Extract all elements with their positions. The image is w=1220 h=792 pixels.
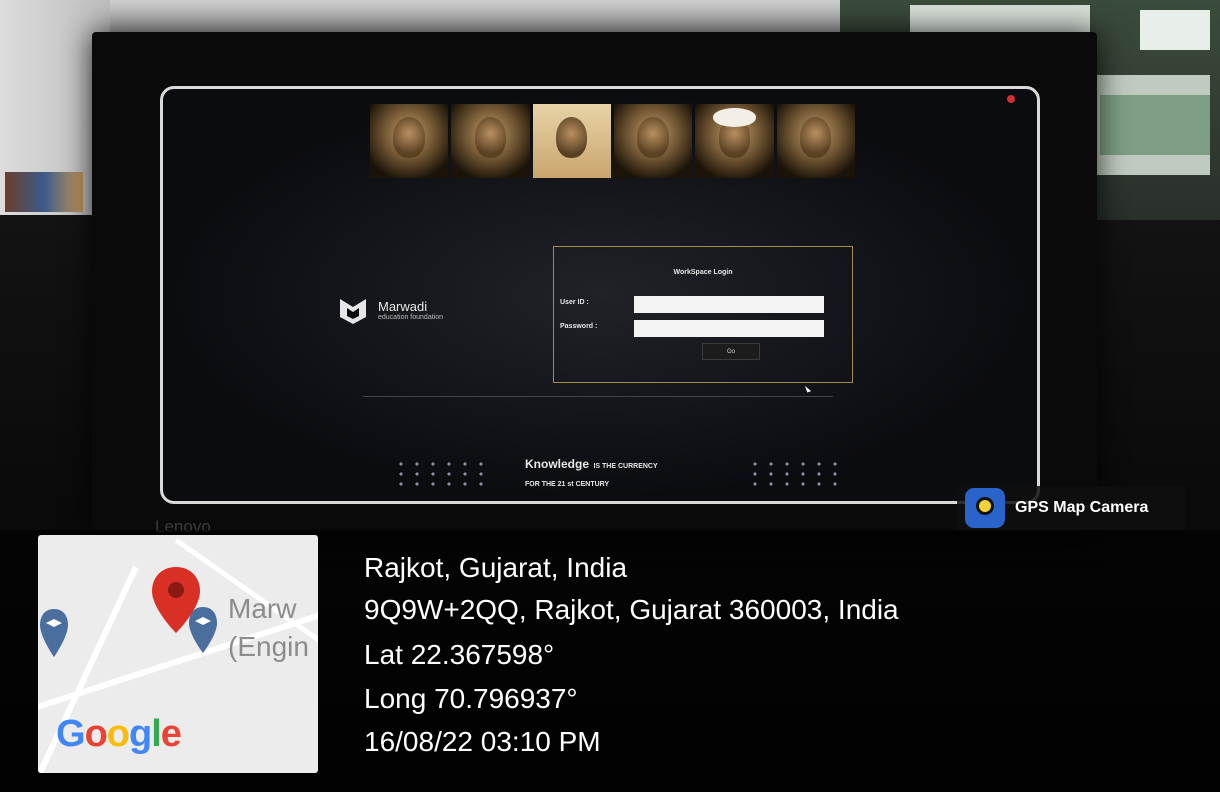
portrait-image <box>776 104 855 178</box>
map-label-line1: Marw <box>228 593 297 624</box>
password-input[interactable] <box>634 320 824 337</box>
map-label-line2: (Engin <box>228 631 309 662</box>
location-address: 9Q9W+2QQ, Rajkot, Gujarat 360003, India <box>364 594 899 625</box>
shield-logo-icon <box>340 299 366 324</box>
slogan: Knowledge IS THE CURRENCY FOR THE 21 st … <box>525 455 658 488</box>
brand-name: Marwadi <box>378 299 428 314</box>
location-pin-icon <box>152 567 200 633</box>
brand-logo-block: Marwadi education foundation <box>338 297 443 325</box>
mouse-cursor-icon <box>804 384 812 393</box>
school-pin-icon <box>40 609 68 657</box>
dot-pattern-left <box>393 459 489 489</box>
location-datetime: 16/08/22 03:10 PM <box>364 726 601 757</box>
password-label: Password : <box>560 323 598 330</box>
photo-scene: Marwadi education foundation WorkSpace L… <box>0 0 1220 792</box>
login-panel: WorkSpace Login User ID : Password : Go <box>553 246 853 383</box>
background-books <box>5 172 83 212</box>
portrait-image <box>695 104 774 178</box>
map-place-label: Marw (Engin <box>228 590 309 666</box>
slogan-highlight: Knowledge <box>525 457 590 471</box>
gps-app-badge: GPS Map Camera <box>957 486 1185 530</box>
gps-app-name: GPS Map Camera <box>1015 499 1149 516</box>
monitor-screen: Marwadi education foundation WorkSpace L… <box>160 86 1040 504</box>
brand-tagline: education foundation <box>378 314 443 321</box>
portrait-banner <box>370 104 855 178</box>
gps-camera-icon <box>965 488 1005 528</box>
location-city: Rajkot, Gujarat, India <box>364 552 628 583</box>
location-latitude: Lat 22.367598° <box>364 639 555 670</box>
dot-pattern-right <box>747 459 843 489</box>
user-id-label: User ID : <box>560 299 589 306</box>
portrait-image <box>370 104 449 178</box>
user-id-input[interactable] <box>634 296 824 313</box>
portrait-image <box>532 104 611 178</box>
close-icon[interactable] <box>1007 95 1015 103</box>
location-longitude: Long 70.796937° <box>364 683 578 714</box>
slogan-text: IS THE CURRENCY <box>593 463 658 470</box>
slogan-line2: FOR THE 21 st CENTURY <box>525 481 610 488</box>
login-title: WorkSpace Login <box>673 269 733 276</box>
portrait-image <box>613 104 693 178</box>
divider <box>363 396 833 397</box>
map-thumbnail: Marw (Engin Google <box>38 535 318 773</box>
google-logo: Google <box>56 713 182 755</box>
portrait-image <box>451 104 530 178</box>
go-button[interactable]: Go <box>702 343 760 360</box>
